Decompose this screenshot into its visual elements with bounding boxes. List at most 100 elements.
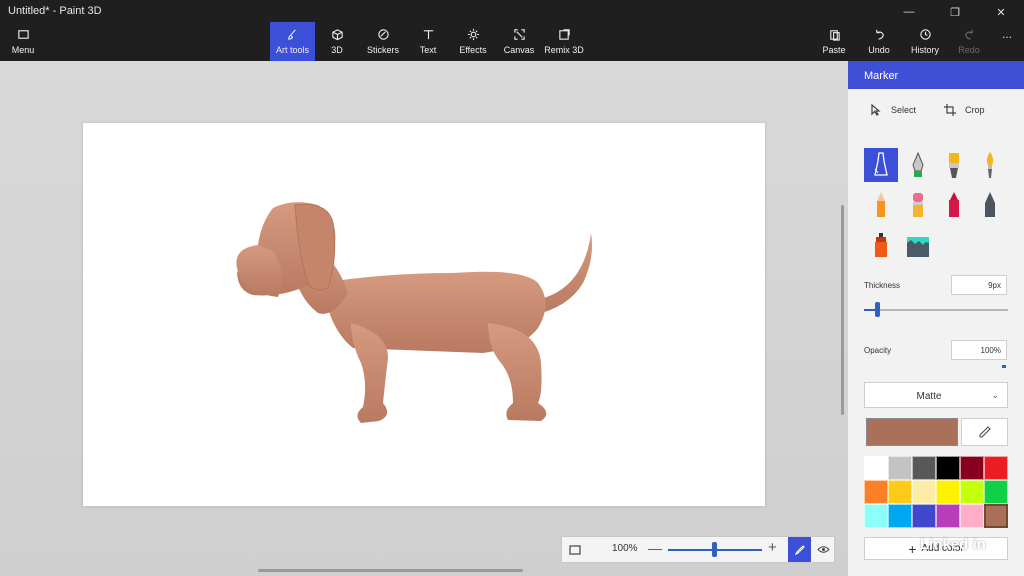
sun-icon (467, 28, 479, 41)
undo-button[interactable]: Undo (864, 22, 894, 61)
watercolor-tool[interactable] (973, 148, 1007, 182)
redo-button[interactable]: Redo (954, 22, 984, 61)
dog-drawing (236, 202, 592, 423)
tab-text[interactable]: Text (412, 22, 444, 61)
minimize-button[interactable]: — (886, 0, 932, 24)
tab-label: Effects (459, 45, 487, 55)
tool-panel: Marker Select Crop Thickness 9px Opacity… (848, 61, 1024, 576)
panel-title: Marker (864, 70, 899, 82)
opacity-label: Opacity (864, 346, 892, 355)
pixel-pen-icon (985, 192, 995, 217)
calligraphy-pen-tool[interactable] (901, 148, 935, 182)
color-swatch[interactable] (888, 504, 912, 528)
spray-can-tool[interactable] (864, 228, 898, 262)
close-button[interactable]: ✕ (978, 0, 1024, 24)
zoom-out-button[interactable]: — (648, 540, 662, 556)
crop-icon (944, 104, 956, 116)
crop-button[interactable]: Crop (944, 104, 985, 116)
color-swatch[interactable] (960, 480, 984, 504)
eyedropper-icon (979, 426, 991, 438)
paste-label: Paste (822, 45, 846, 55)
color-swatch[interactable] (984, 456, 1008, 480)
current-color-swatch[interactable] (866, 418, 958, 446)
plus-icon: + (908, 540, 917, 557)
color-swatch[interactable] (960, 456, 984, 480)
tab-effects[interactable]: Effects (454, 22, 492, 61)
tab-label: Remix 3D (544, 45, 584, 55)
drawing-canvas[interactable] (83, 123, 765, 506)
select-button[interactable]: Select (870, 104, 916, 116)
finish-value: Matte (916, 391, 942, 402)
zoom-level: 100% (612, 543, 638, 554)
marker-icon (874, 152, 888, 176)
cube-icon (331, 29, 343, 41)
eraser-tool[interactable] (901, 188, 935, 222)
fill-tool[interactable] (901, 228, 935, 262)
color-swatch[interactable] (960, 504, 984, 528)
oil-brush-tool[interactable] (937, 148, 971, 182)
thickness-slider-thumb[interactable] (875, 302, 880, 317)
paint-bucket-icon (907, 237, 929, 257)
undo-icon (875, 29, 884, 40)
color-swatch[interactable] (984, 480, 1008, 504)
brush-icon (288, 29, 296, 40)
oil-brush-icon (949, 153, 959, 178)
fit-icon (569, 544, 581, 555)
color-swatch[interactable] (912, 480, 936, 504)
color-swatch[interactable] (888, 456, 912, 480)
undo-label: Undo (868, 45, 890, 55)
color-swatch[interactable] (912, 456, 936, 480)
tab-canvas[interactable]: Canvas (500, 22, 538, 61)
menu-button[interactable]: Menu (8, 22, 38, 61)
color-swatch[interactable] (936, 456, 960, 480)
zoom-in-button[interactable]: + (768, 539, 777, 556)
crayon-icon (949, 192, 959, 217)
menu-label: Menu (11, 45, 35, 55)
color-swatch[interactable] (888, 480, 912, 504)
color-swatch[interactable] (864, 504, 888, 528)
remix-icon (558, 29, 570, 40)
watermark-logo: Linked in (920, 536, 986, 553)
view-mode-button[interactable] (812, 537, 834, 562)
fit-to-screen-button[interactable] (562, 537, 588, 562)
color-swatch[interactable] (864, 456, 888, 480)
paste-icon (829, 30, 840, 41)
thickness-slider[interactable] (864, 309, 1008, 311)
color-swatch[interactable] (936, 480, 960, 504)
maximize-button[interactable]: ❐ (932, 0, 978, 24)
tab-art-tools[interactable]: Art tools (270, 22, 315, 61)
pen-nib-icon (912, 151, 924, 177)
app-toolbar: Untitled* - Paint 3D — ❐ ✕ Menu Art tool… (0, 0, 1024, 61)
paste-button[interactable]: Paste (818, 22, 850, 61)
sticker-icon (377, 29, 389, 40)
opacity-input[interactable]: 100% (951, 340, 1007, 360)
tab-label: Art tools (275, 45, 309, 55)
color-swatch[interactable] (912, 504, 936, 528)
tab-3d[interactable]: 3D (318, 22, 356, 61)
window-title: Untitled* - Paint 3D (8, 5, 102, 17)
crop-label: Crop (965, 105, 985, 115)
tab-label: Canvas (503, 45, 535, 55)
vertical-scrollbar[interactable] (841, 205, 844, 415)
pencil-tool[interactable] (864, 188, 898, 222)
zoom-slider-thumb[interactable] (712, 542, 717, 557)
eyedropper-button[interactable] (961, 418, 1008, 446)
finish-dropdown[interactable]: Matte ⌄ (864, 382, 1008, 408)
color-swatch[interactable] (984, 504, 1008, 528)
watercolor-icon (986, 152, 994, 178)
history-label: History (910, 45, 939, 55)
tab-remix-3d[interactable]: Remix 3D (544, 22, 584, 61)
horizontal-scrollbar[interactable] (258, 569, 523, 572)
color-swatch[interactable] (936, 504, 960, 528)
draw-mode-button[interactable] (788, 537, 811, 562)
pencil-icon (877, 192, 885, 217)
more-button[interactable]: ... (1002, 27, 1012, 41)
thickness-input[interactable]: 9px (951, 275, 1007, 295)
marker-tool[interactable] (864, 148, 898, 182)
color-swatch[interactable] (864, 480, 888, 504)
history-button[interactable]: History (908, 22, 942, 61)
tab-stickers[interactable]: Stickers (362, 22, 404, 61)
crayon-tool[interactable] (937, 188, 971, 222)
pixel-pen-tool[interactable] (973, 188, 1007, 222)
opacity-slider-thumb[interactable] (1002, 365, 1006, 368)
